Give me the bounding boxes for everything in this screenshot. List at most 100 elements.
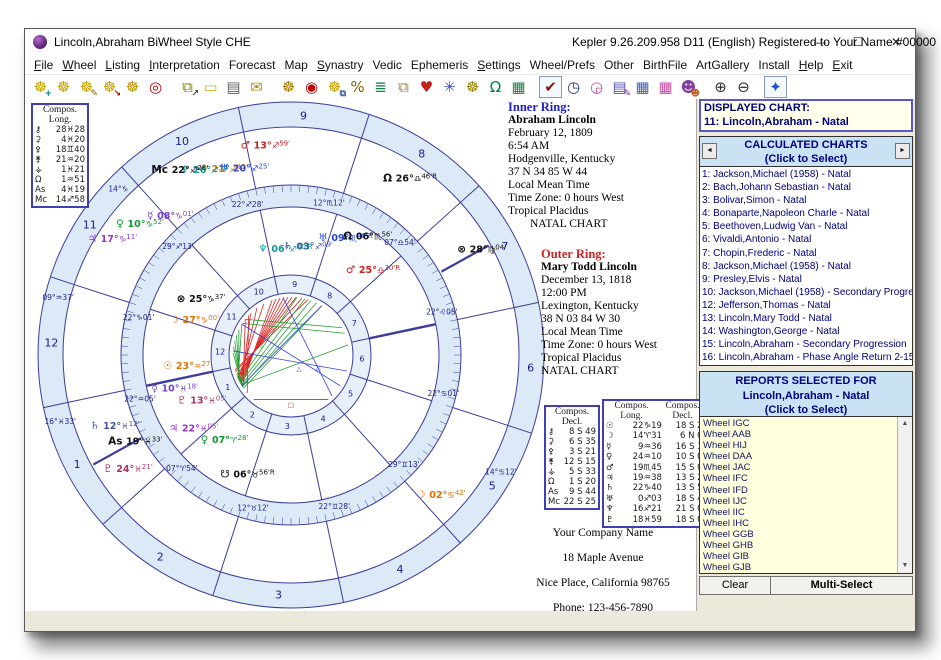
chart-list-item[interactable]: 7: Chopin,Frederic - Natal — [700, 247, 912, 260]
chart-list-item[interactable]: 14: Washington,George - Natal — [700, 325, 912, 338]
menu-install[interactable]: Install — [758, 58, 789, 72]
menu-vedic[interactable]: Vedic — [373, 58, 402, 72]
chart-list-item[interactable]: 9: Presley,Elvis - Natal — [700, 273, 912, 286]
chart-list-item[interactable]: 10: Jackson,Michael (1958) - Secondary P… — [700, 286, 912, 299]
report-list-item[interactable]: Wheel DAA — [700, 451, 912, 462]
zoom-in-icon[interactable]: ⊕ — [709, 76, 732, 98]
house-cusp-label: 12°♉12' — [237, 503, 269, 512]
cell: ♅ — [606, 494, 616, 504]
menu-other[interactable]: Other — [604, 58, 634, 72]
point-value: 4♓19 — [61, 185, 85, 195]
clear-button[interactable]: Clear — [699, 576, 771, 595]
cell: ☽ — [606, 431, 616, 441]
report-list-item[interactable]: Wheel GIB — [700, 551, 912, 562]
chart-list-item[interactable]: 1: Jackson,Michael (1958) - Natal — [700, 168, 912, 181]
menu-ephemeris[interactable]: Ephemeris — [411, 58, 468, 72]
inner-ring-info: Inner Ring: Abraham Lincoln February 12,… — [508, 101, 700, 231]
point-value: 1 S 20 — [569, 477, 596, 487]
menu-listing[interactable]: Listing — [105, 58, 140, 72]
report-list-item[interactable]: Wheel IIC — [700, 507, 912, 518]
company-line: Nice Place, California 98765 — [504, 577, 702, 589]
menu-file[interactable]: File — [34, 58, 53, 72]
reports-subtitle2: (Click to Select) — [700, 403, 912, 418]
inner-house-number: 8 — [327, 291, 332, 300]
outer-house-number: 4 — [396, 563, 403, 576]
planet-row: ♄22♑4013 S 51 — [606, 483, 708, 493]
point-glyph: As — [35, 185, 45, 195]
report-list-item[interactable]: Wheel IFD — [700, 485, 912, 496]
inner-house-number: 7 — [352, 319, 357, 328]
reports-scrollbar[interactable]: ▲ ▼ — [897, 417, 912, 573]
menu-help[interactable]: Help — [799, 58, 824, 72]
report-list-item[interactable]: Wheel HIJ — [700, 440, 912, 451]
zoom-out-icon[interactable]: ⊖ — [732, 76, 755, 98]
multi-select-button[interactable]: Multi-Select — [770, 576, 913, 595]
chart-list-item[interactable]: 3: Bolivar,Simon - Natal — [700, 194, 912, 207]
outer-house-number: 5 — [489, 480, 496, 493]
menu-birthfile[interactable]: BirthFile — [643, 58, 687, 72]
menu-exit[interactable]: Exit — [832, 58, 852, 72]
chart-list-item[interactable]: 2: Bach,Johann Sebastian - Natal — [700, 181, 912, 194]
menu-interpretation[interactable]: Interpretation — [149, 58, 220, 72]
chart-list-item[interactable]: 8: Jackson,Michael (1958) - Natal — [700, 260, 912, 273]
point-value: 9 S 44 — [569, 487, 596, 497]
menu-map[interactable]: Map — [285, 58, 308, 72]
compass-star-icon[interactable]: ✦ — [764, 76, 787, 98]
chart-list-item[interactable]: 15: Lincoln,Abraham - Secondary Progress… — [700, 338, 912, 351]
displayed-chart-box: DISPLAYED CHART: 11: Lincoln,Abraham - N… — [699, 99, 913, 132]
scroll-down-icon[interactable]: ▼ — [898, 559, 912, 573]
point-glyph: ⚵ — [35, 155, 41, 165]
calendar-blue-icon-glyph: ▦ — [635, 78, 649, 96]
outer-house-number: 8 — [418, 148, 425, 161]
calendar-pink-icon[interactable]: ▦ — [654, 76, 677, 98]
menu-settings[interactable]: Settings — [477, 58, 520, 72]
inner-house-number: 9 — [292, 280, 297, 289]
people-wheel-icon[interactable]: ☻☻ — [677, 76, 700, 98]
menu-artgallery[interactable]: ArtGallery — [696, 58, 749, 72]
chart-list-item[interactable]: 5: Beethoven,Ludwig Van - Natal — [700, 220, 912, 233]
biwheel-chart[interactable]: 11223344556677889910101111121222°♒05'07°… — [25, 93, 573, 617]
cell: 14♈31 — [616, 431, 662, 441]
table-row: ⚷28♓28 — [35, 125, 85, 135]
report-list-item[interactable]: Wheel AAB — [700, 429, 912, 440]
composite-longitude-table: Compos. Long. ⚷28♓28⚳4♓20⚴18♊40⚵21♒20⚶1♓… — [31, 103, 89, 208]
zoom-out-icon-glyph: ⊖ — [737, 78, 750, 96]
notes-icon[interactable]: ▤✎ — [608, 76, 631, 98]
menu-wheel[interactable]: Wheel — [62, 58, 96, 72]
scroll-right-button[interactable]: ► — [895, 143, 910, 159]
point-value: 6 S 35 — [569, 437, 596, 447]
planet-row: ♃19♒3813 S 23 — [606, 473, 708, 483]
point-glyph: Mc — [548, 497, 560, 507]
report-list-item[interactable]: Wheel GHB — [700, 540, 912, 551]
chart-list-item[interactable]: 4: Bonaparte,Napoleon Charle - Natal — [700, 207, 912, 220]
scroll-up-icon[interactable]: ▲ — [898, 417, 912, 431]
point-value: 5 S 33 — [569, 467, 596, 477]
calendar-blue-icon[interactable]: ▦ — [631, 76, 654, 98]
menu-forecast[interactable]: Forecast — [229, 58, 276, 72]
scroll-left-button[interactable]: ◄ — [702, 143, 717, 159]
report-list-item[interactable]: Wheel IFC — [700, 473, 912, 484]
zoom-in-icon-glyph: ⊕ — [714, 78, 727, 96]
table-row: ⚳6 S 35 — [548, 437, 596, 447]
inner-house-number: 11 — [226, 312, 236, 321]
report-list-item[interactable]: Wheel IGC — [700, 418, 912, 429]
report-list-item[interactable]: Wheel GGB — [700, 529, 912, 540]
report-list-item[interactable]: Wheel JAC — [700, 462, 912, 473]
chart-list-item[interactable]: 13: Lincoln,Mary Todd - Natal — [700, 312, 912, 325]
chart-list-item[interactable]: 16: Lincoln,Abraham - Phase Angle Return… — [700, 351, 912, 364]
report-list-item[interactable]: Wheel GJB — [700, 562, 912, 573]
table-row: ⚶1♓21 — [35, 165, 85, 175]
planet-row: ♂19♏4515 S 09 — [606, 463, 708, 473]
calculated-charts-header: ◄ ► CALCULATED CHARTS (Click to Select) — [700, 137, 912, 167]
chart-list-item[interactable]: 12: Jefferson,Thomas - Natal — [700, 299, 912, 312]
menu-synastry[interactable]: Synastry — [317, 58, 364, 72]
cell: ♃ — [606, 473, 616, 483]
outer-cusp-label: 09°♒37' — [42, 293, 74, 302]
report-list-item[interactable]: Wheel IJC — [700, 496, 912, 507]
menu-wheelprefs[interactable]: Wheel/Prefs — [530, 58, 595, 72]
report-list-item[interactable]: Wheel IHC — [700, 518, 912, 529]
clock-pink-icon[interactable]: ◶ — [585, 76, 608, 98]
aspect-glyph: △ — [258, 341, 263, 349]
aspect-glyph: □ — [288, 401, 294, 409]
chart-list-item[interactable]: 6: Vivaldi,Antonio - Natal — [700, 233, 912, 246]
